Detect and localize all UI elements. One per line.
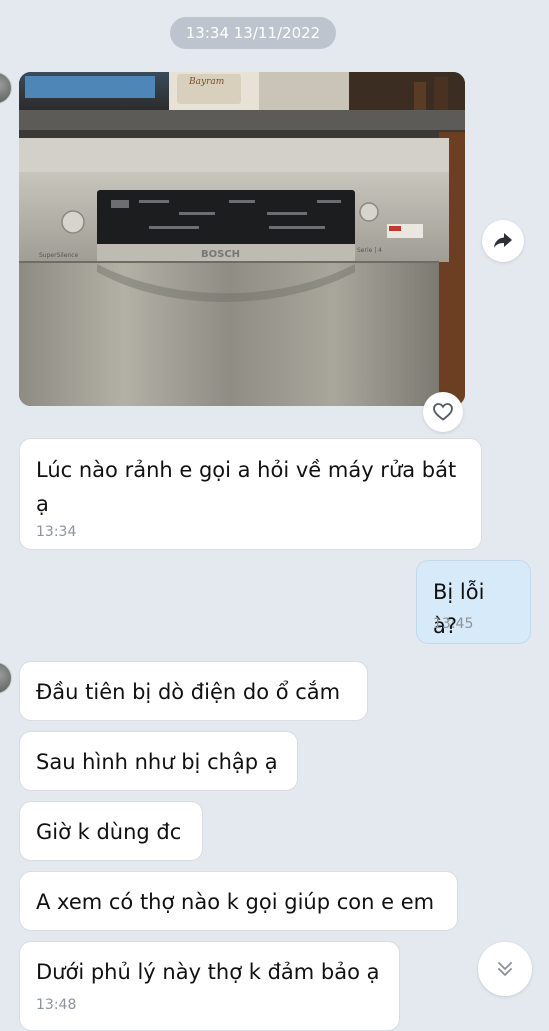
message-bubble-incoming[interactable]: Giờ k dùng đc bbox=[19, 801, 203, 861]
message-bubble-outgoing[interactable]: Bị lỗi à? 13:45 bbox=[416, 560, 531, 644]
dishwasher-photo: SuperSilence Serie | 4 BOSCH Bayram bbox=[19, 72, 465, 406]
svg-text:Serie | 4: Serie | 4 bbox=[357, 247, 382, 254]
sender-avatar[interactable] bbox=[0, 72, 12, 104]
sender-avatar[interactable] bbox=[0, 662, 12, 694]
message-text: Đầu tiên bị dò điện do ổ cắm bbox=[36, 680, 341, 704]
double-chevron-down-icon bbox=[498, 962, 512, 976]
heart-icon bbox=[433, 403, 453, 421]
photo-message[interactable]: SuperSilence Serie | 4 BOSCH Bayram bbox=[19, 72, 465, 406]
share-arrow-icon bbox=[494, 233, 512, 248]
message-time: 13:45 bbox=[433, 616, 474, 632]
message-bubble-incoming[interactable]: A xem có thợ nào k gọi giúp con e em bbox=[19, 871, 458, 931]
message-text: Dưới phủ lý này thợ k đảm bảo ạ bbox=[36, 960, 380, 984]
svg-text:SuperSilence: SuperSilence bbox=[39, 252, 79, 259]
message-bubble-incoming[interactable]: Dưới phủ lý này thợ k đảm bảo ạ 13:48 bbox=[19, 941, 400, 1031]
message-text: A xem có thợ nào k gọi giúp con e em bbox=[36, 890, 435, 914]
svg-text:Bayram: Bayram bbox=[188, 77, 224, 87]
like-button[interactable] bbox=[423, 392, 463, 432]
scroll-to-bottom-button[interactable] bbox=[478, 942, 532, 996]
message-text: Sau hình như bị chập ạ bbox=[36, 750, 278, 774]
message-bubble-incoming[interactable]: Lúc nào rảnh e gọi a hỏi về máy rửa bát … bbox=[19, 438, 482, 550]
share-button[interactable] bbox=[482, 220, 524, 262]
date-separator: 13:34 13/11/2022 bbox=[170, 17, 336, 49]
message-time: 13:48 bbox=[36, 997, 77, 1013]
svg-text:BOSCH: BOSCH bbox=[201, 249, 240, 260]
message-text: Lúc nào rảnh e gọi a hỏi về máy rửa bát … bbox=[36, 458, 457, 516]
message-bubble-incoming[interactable]: Sau hình như bị chập ạ bbox=[19, 731, 298, 791]
message-text: Giờ k dùng đc bbox=[36, 820, 182, 844]
message-bubble-incoming[interactable]: Đầu tiên bị dò điện do ổ cắm bbox=[19, 661, 368, 721]
message-time: 13:34 bbox=[36, 524, 77, 540]
